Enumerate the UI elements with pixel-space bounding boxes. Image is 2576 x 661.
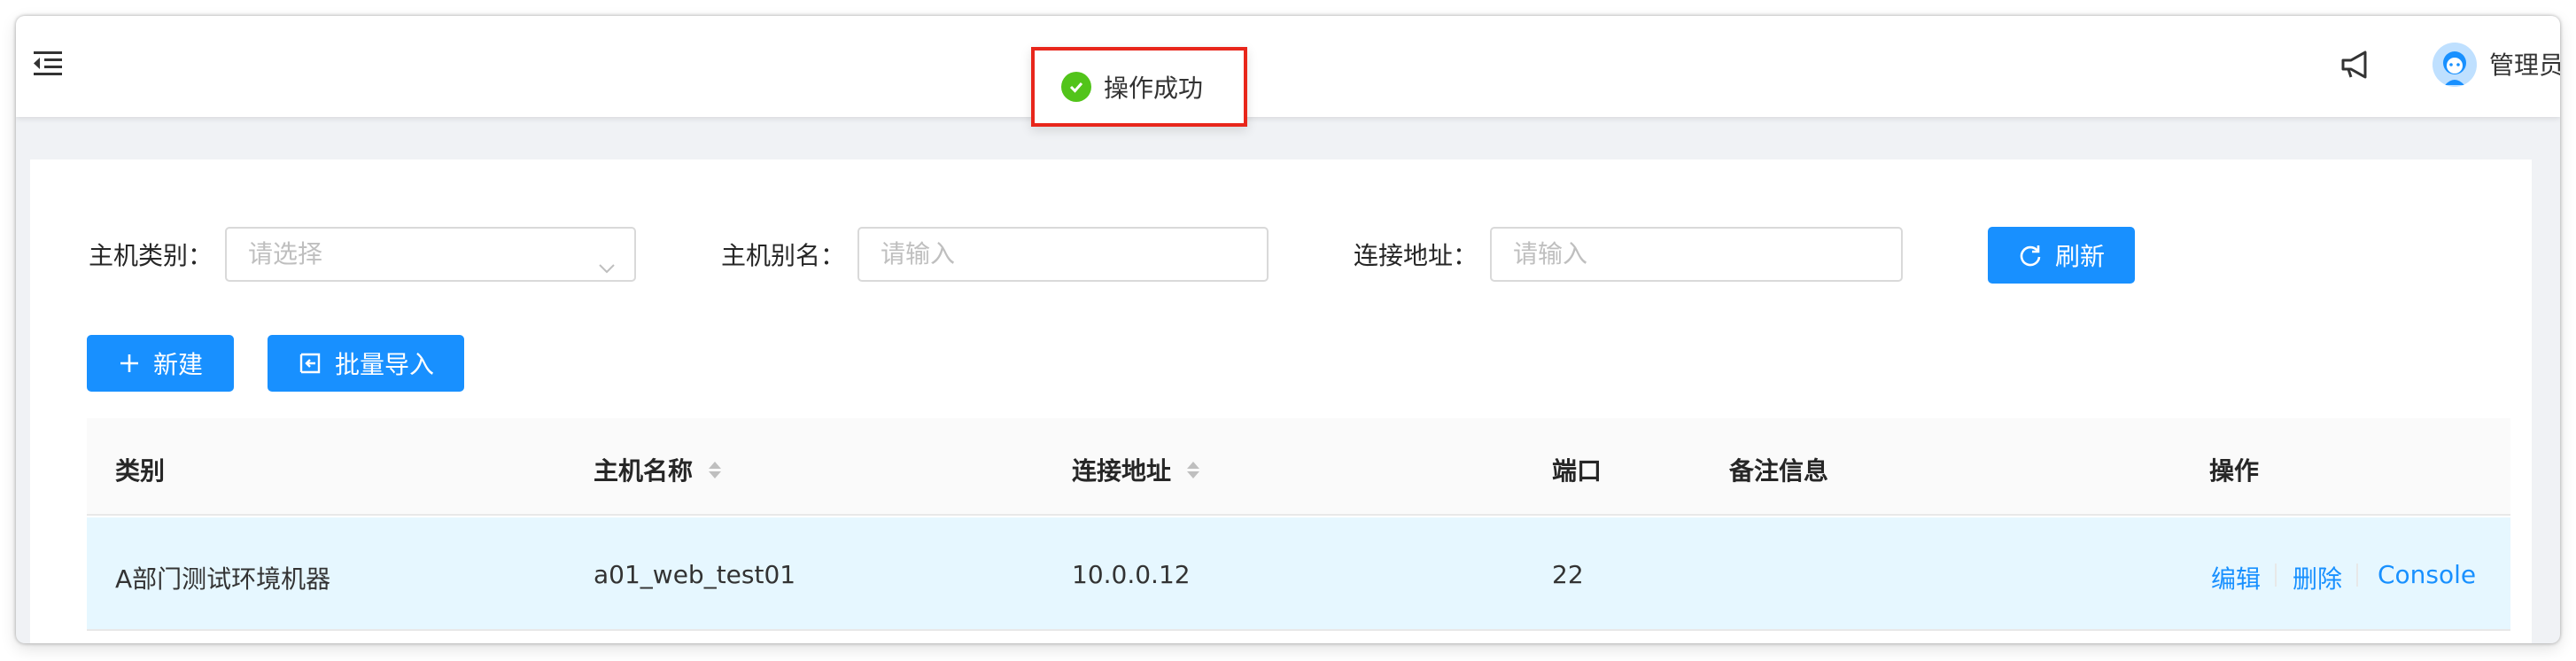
- cell-port: 22: [1552, 560, 1584, 589]
- host-type-label: 主机类别：: [89, 241, 213, 270]
- toast-message: 操作成功: [1104, 74, 1204, 103]
- reload-icon: [2020, 245, 2041, 267]
- content-card: 主机类别： 请选择 主机别名： 请输入 连接地址： 请输入 刷新 新建 批量导入…: [30, 159, 2532, 643]
- col-actions: 操作: [2209, 456, 2260, 486]
- batch-import-button[interactable]: 批量导入: [268, 335, 464, 392]
- col-port: 端口: [1552, 456, 1602, 486]
- host-alias-input[interactable]: 请输入: [857, 227, 1269, 282]
- host-alias-label: 主机别名：: [721, 241, 846, 270]
- address-label: 连接地址：: [1354, 241, 1478, 270]
- table-row: A部门测试环境机器 a01_web_test01 10.0.0.12 22 编辑…: [87, 517, 2510, 631]
- app-window: 管理员 主机类别： 请选择 主机别名： 请输入 连接地址： 请输入 刷新 新建 …: [16, 16, 2560, 643]
- new-button[interactable]: 新建: [87, 335, 234, 392]
- new-label: 新建: [152, 350, 203, 379]
- col-hostname[interactable]: 主机名称: [594, 452, 722, 487]
- check-circle-icon: [1061, 72, 1091, 102]
- avatar[interactable]: [2432, 43, 2477, 87]
- menu-fold-icon[interactable]: [30, 46, 66, 82]
- action-divider: [2356, 564, 2358, 587]
- success-toast: 操作成功: [1031, 47, 1247, 127]
- sort-icon[interactable]: [709, 461, 722, 478]
- cell-hostname: a01_web_test01: [594, 560, 796, 589]
- cell-address: 10.0.0.12: [1072, 560, 1191, 589]
- chevron-down-icon: [597, 245, 617, 274]
- delete-link[interactable]: 删除: [2293, 560, 2342, 595]
- import-icon: [299, 353, 321, 374]
- address-placeholder: 请输入: [1513, 239, 1588, 268]
- col-remark: 备注信息: [1729, 456, 1829, 486]
- col-address[interactable]: 连接地址: [1072, 452, 1200, 487]
- host-alias-placeholder: 请输入: [881, 239, 956, 268]
- cell-category: A部门测试环境机器: [115, 564, 331, 594]
- host-type-select[interactable]: 请选择: [225, 227, 636, 282]
- console-link[interactable]: Console: [2378, 560, 2476, 589]
- table-header: 类别 主机名称 连接地址 端口 备注信息 操作: [87, 418, 2510, 516]
- edit-link[interactable]: 编辑: [2211, 560, 2261, 595]
- refresh-button[interactable]: 刷新: [1988, 227, 2135, 284]
- plus-icon: [120, 354, 138, 372]
- notification-icon[interactable]: [2339, 48, 2372, 82]
- sort-icon[interactable]: [1187, 461, 1200, 478]
- user-name[interactable]: 管理员: [2489, 46, 2560, 82]
- host-type-placeholder: 请选择: [248, 239, 323, 268]
- col-category: 类别: [115, 456, 166, 486]
- refresh-label: 刷新: [2054, 242, 2105, 271]
- top-header: 管理员: [16, 16, 2560, 117]
- address-input[interactable]: 请输入: [1490, 227, 1903, 282]
- action-divider: [2275, 564, 2277, 587]
- batch-import-label: 批量导入: [334, 350, 434, 379]
